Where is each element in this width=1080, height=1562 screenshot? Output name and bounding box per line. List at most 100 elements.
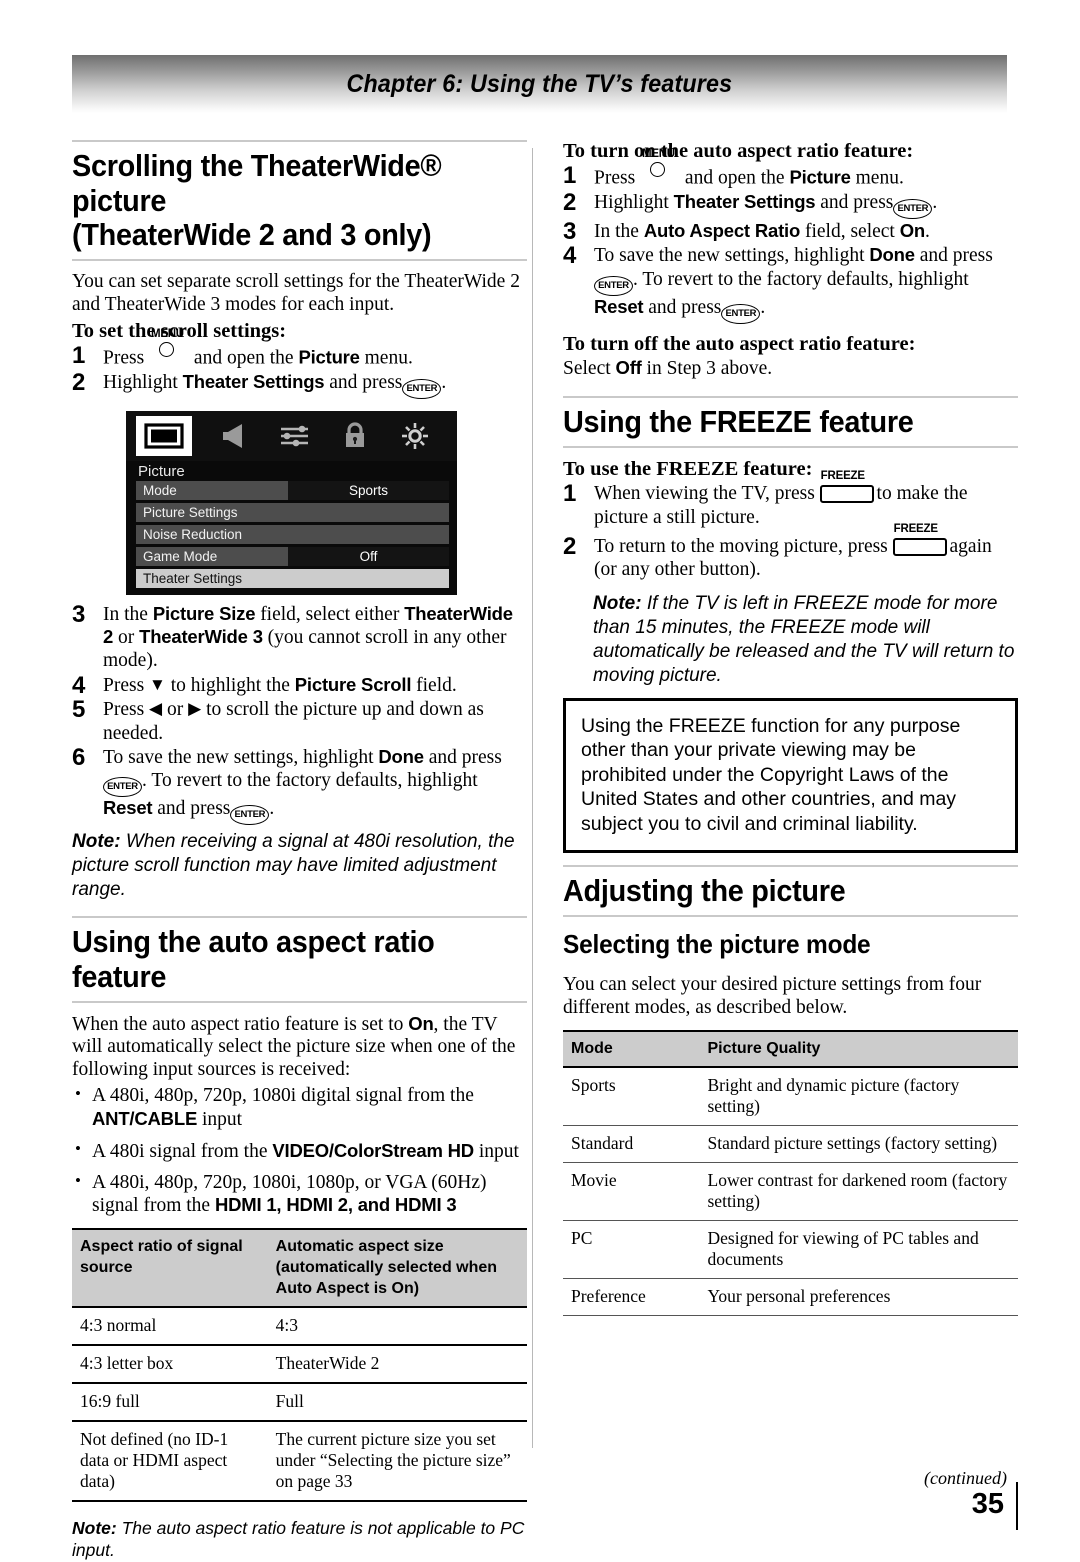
step-text-c: menu. bbox=[364, 347, 413, 369]
arrow-right-icon: ▶ bbox=[188, 699, 202, 719]
page-number-rule bbox=[1016, 1482, 1018, 1530]
bullet-text-b: input bbox=[201, 1108, 243, 1130]
menu-button-label: MENU bbox=[642, 148, 675, 160]
table-cell: Bright and dynamic picture (factory sett… bbox=[699, 1066, 1018, 1126]
list-item: A 480i, 480p, 720p, 1080i, 1080p, or VGA… bbox=[72, 1171, 527, 1219]
chapter-header-bar: Chapter 6: Using the TV’s features bbox=[72, 55, 1007, 113]
step-text-a: When viewing the TV, press bbox=[594, 483, 815, 505]
step-item: 2 Highlight Theater Settings and press EN… bbox=[563, 189, 1018, 219]
step-text-bold-1: Done bbox=[378, 746, 424, 768]
step-text-bold: Picture bbox=[298, 346, 360, 368]
step-text-bold-3: TheaterWide 3 bbox=[139, 626, 263, 648]
step-text-c: field. bbox=[416, 674, 457, 696]
lead-turn-on-auto-aspect: To turn on the auto aspect ratio feature… bbox=[563, 140, 914, 162]
table-row: 4:3 normal 4:3 bbox=[72, 1307, 527, 1347]
table-cell: 16:9 full bbox=[72, 1383, 268, 1423]
step-number: 1 bbox=[72, 341, 86, 369]
step-text-a: Highlight bbox=[103, 371, 178, 393]
note-auto-aspect-pc: Note: The auto aspect ratio feature is n… bbox=[72, 1518, 527, 1562]
table-cell: Your personal preferences bbox=[699, 1278, 1018, 1316]
tv-menu-row-label: Mode bbox=[136, 480, 288, 500]
lock-icon-glyph bbox=[346, 422, 364, 448]
arrow-down-icon: ▼ bbox=[149, 674, 166, 694]
freeze-button-box bbox=[892, 537, 947, 556]
tv-menu-icon-bar bbox=[126, 410, 457, 461]
step-number: 1 bbox=[563, 162, 577, 189]
table-header-row: Aspect ratio of signal source Automatic … bbox=[72, 1228, 527, 1309]
section-rule-bottom bbox=[563, 446, 1018, 449]
table-row: 4:3 letter box TheaterWide 2 bbox=[72, 1345, 527, 1385]
note-text: The auto aspect ratio feature is not app… bbox=[72, 1518, 525, 1561]
bullet-text-a: A 480i signal from the bbox=[92, 1140, 268, 1162]
section-heading-auto-aspect-ratio: Using the auto aspect ratio feature bbox=[72, 924, 435, 994]
menu-button-icon: MENU bbox=[640, 148, 680, 184]
step-item: 4 Press ▼ to highlight the Picture Scrol… bbox=[72, 672, 527, 699]
step-text-c: or bbox=[117, 627, 135, 649]
table-header-cell: Picture Quality bbox=[699, 1029, 1018, 1068]
audio-speaker-icon[interactable] bbox=[218, 420, 252, 452]
auto-aspect-intro: When the auto aspect ratio feature is se… bbox=[72, 1013, 527, 1082]
bullet-text-bold: ANT/CABLE bbox=[92, 1107, 198, 1129]
sliders-settings-icon[interactable] bbox=[278, 420, 312, 452]
table-cell: 4:3 normal bbox=[72, 1307, 268, 1347]
enter-button-icon: ENTER bbox=[402, 378, 442, 399]
tv-menu-row-mode[interactable]: Mode Sports bbox=[136, 480, 449, 500]
enter-button-icon: ENTER bbox=[721, 303, 761, 324]
lead-turn-off-auto-aspect: To turn off the auto aspect ratio featur… bbox=[563, 332, 916, 355]
step-text-a: Highlight bbox=[594, 191, 669, 213]
step-item: 3 In the Auto Aspect Ratio field, select… bbox=[563, 218, 1018, 245]
step-item: 6 To save the new settings, highlight Do… bbox=[72, 744, 527, 826]
step-text-bold-2: On bbox=[899, 219, 926, 241]
lock-icon[interactable] bbox=[338, 420, 372, 452]
freeze-button-icon: FREEZE bbox=[892, 523, 947, 556]
step-text-b: field, select either bbox=[260, 603, 400, 625]
picture-icon[interactable] bbox=[136, 415, 192, 456]
step-number: 1 bbox=[563, 480, 577, 508]
bullet-text-bold: VIDEO/ColorStream HD bbox=[272, 1139, 474, 1161]
table-row: Standard Standard picture settings (fact… bbox=[563, 1125, 1018, 1163]
auto-aspect-off-b: in Step 3 above. bbox=[646, 357, 773, 379]
scroll-steps-3-6: 3 In the Picture Size field, select eith… bbox=[72, 600, 527, 826]
step-text-c: . bbox=[932, 191, 938, 213]
step-text-c: . bbox=[441, 371, 447, 393]
brightness-gear-icon[interactable] bbox=[398, 420, 432, 452]
tv-menu-title: Picture bbox=[138, 462, 185, 480]
table-cell: 4:3 letter box bbox=[72, 1345, 268, 1385]
section-rule-top bbox=[563, 396, 1018, 399]
step-text-b: to highlight the bbox=[170, 674, 290, 696]
list-item: A 480i signal from the VIDEO/ColorStream… bbox=[72, 1139, 527, 1164]
step-text-bold: Picture Scroll bbox=[294, 673, 412, 695]
menu-button-circle bbox=[159, 341, 175, 357]
menu-button-label: MENU bbox=[151, 327, 184, 340]
subheading-selecting-picture-mode: Selecting the picture mode bbox=[563, 929, 871, 960]
bullet-text-a: A 480i, 480p, 720p, 1080i digital signal… bbox=[92, 1085, 474, 1107]
step-text-bold-2: Reset bbox=[594, 295, 644, 317]
auto-aspect-intro-bold: On bbox=[408, 1012, 434, 1034]
table-cell: 4:3 bbox=[267, 1307, 527, 1347]
step-text-bold: Theater Settings bbox=[182, 370, 325, 392]
step-item: 1 Press MENU and open the Picture menu. bbox=[72, 328, 527, 370]
step-item: 4 To save the new settings, highlight Do… bbox=[563, 242, 1018, 324]
table-row: Preference Your personal preferences bbox=[563, 1278, 1018, 1316]
step-text-a: To save the new settings, highlight bbox=[594, 245, 865, 267]
tv-menu-row-theater-settings[interactable]: Theater Settings bbox=[136, 568, 449, 588]
tv-menu-row-noise-reduction[interactable]: Noise Reduction bbox=[136, 524, 449, 544]
step-number: 3 bbox=[72, 600, 86, 628]
section-heading-scrolling-theaterwide: Scrolling the TheaterWide® picture (Thea… bbox=[72, 148, 525, 253]
table-row: 16:9 full Full bbox=[72, 1383, 527, 1423]
menu-button-icon: MENU bbox=[149, 328, 189, 364]
table-header-cell: Automatic aspect size (automatically sel… bbox=[267, 1228, 527, 1309]
note-label: Note: bbox=[593, 592, 642, 614]
step-text-a: Press bbox=[594, 167, 636, 189]
note-text: When receiving a signal at 480i resoluti… bbox=[72, 831, 515, 901]
step-text-a: In the bbox=[103, 603, 148, 625]
step-item: 1 When viewing the TV, press FREEZE to m… bbox=[563, 470, 1018, 529]
auto-aspect-on-steps: 1 Press MENU and open the Picture menu. … bbox=[563, 148, 1018, 324]
picture-mode-table: Mode Picture Quality Sports Bright and d… bbox=[563, 1029, 1018, 1316]
tv-menu-row-game-mode[interactable]: Game Mode Off bbox=[136, 546, 449, 566]
brightness-gear-icon-glyph bbox=[402, 422, 428, 449]
step-text-a: To return to the moving picture, press bbox=[594, 535, 888, 557]
sliders-settings-icon-glyph bbox=[281, 425, 308, 446]
freeze-button-box bbox=[819, 485, 874, 504]
tv-menu-row-picture-settings[interactable]: Picture Settings bbox=[136, 502, 449, 522]
